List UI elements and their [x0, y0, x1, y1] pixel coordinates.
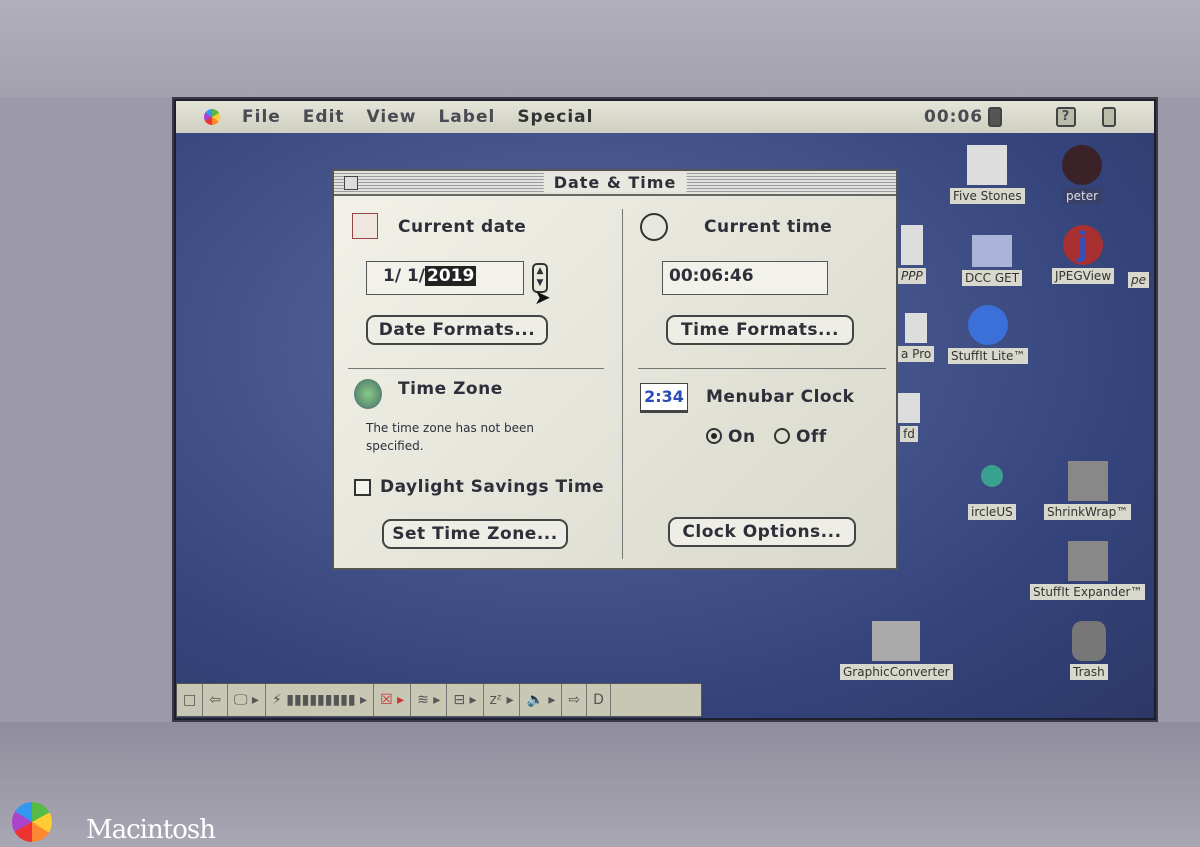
desktop-icon-peter[interactable]: peter: [1062, 145, 1102, 204]
clock-options-button[interactable]: Clock Options...: [668, 517, 856, 547]
control-strip: □ ⇦ 🖵 ▸ ⚡ ▮▮▮▮▮▮▮▮▮ ▸ ☒ ▸ ≋ ▸ ⊟ ▸ zᶻ ▸ 🔈…: [176, 683, 702, 717]
apple-logo-icon: [12, 802, 52, 842]
ppp-icon: [900, 225, 923, 265]
daylight-savings-checkbox[interactable]: [354, 479, 371, 496]
daylight-savings-label[interactable]: Daylight Savings Time: [380, 477, 604, 497]
strip-collapse-button[interactable]: □: [177, 684, 204, 716]
desktop-icon-a-pro[interactable]: a Pro: [898, 313, 935, 362]
close-box[interactable]: [344, 176, 358, 190]
menubar: File Edit View Label Special 00:06 ?: [176, 101, 1154, 133]
desktop-icon-dcc-get[interactable]: DCC GET: [962, 235, 1023, 286]
on-label: On: [728, 427, 756, 447]
file-sharing-icon[interactable]: ☒ ▸: [374, 684, 412, 716]
app-icon: [898, 393, 920, 423]
off-label: Off: [796, 427, 827, 447]
menubar-clock-label: Menubar Clock: [706, 387, 855, 407]
desktop-icon-stuffit-expander[interactable]: StuffIt Expander™: [1030, 541, 1146, 600]
menubar-clock[interactable]: 00:06: [924, 107, 983, 127]
date-formats-button[interactable]: Date Formats...: [366, 315, 548, 345]
help-question-icon[interactable]: ?: [1056, 107, 1076, 127]
graphicconverter-icon: [872, 621, 921, 661]
menubar-clock-icon: 2:34: [640, 383, 688, 413]
laptop-bezel-top: [0, 0, 1200, 97]
strip-scroll-left-button[interactable]: ⇦: [203, 684, 228, 716]
hard-disk-icon[interactable]: ⊟ ▸: [447, 684, 484, 716]
time-zone-label: Time Zone: [398, 379, 503, 399]
clock-icon: [640, 213, 668, 241]
clock-off-radio[interactable]: Off: [774, 427, 827, 447]
battery-icon: [988, 107, 1002, 127]
shrinkwrap-icon: [1067, 461, 1108, 501]
battery-strip-icon[interactable]: ⚡ ▮▮▮▮▮▮▮▮▮ ▸: [266, 684, 375, 716]
desktop-icon-stuffit-lite[interactable]: StuffIt Lite™: [948, 305, 1029, 364]
trash[interactable]: Trash: [1070, 621, 1108, 680]
monitor-icon[interactable]: 🖵 ▸: [228, 684, 266, 716]
screen: File Edit View Label Special 00:06 ? Fiv…: [172, 97, 1158, 722]
sound-volume-icon[interactable]: 🔈 ▸: [520, 684, 563, 716]
divider-right: [638, 368, 886, 369]
apple-menu-icon[interactable]: [204, 109, 220, 125]
radio-off-icon: [774, 428, 790, 444]
macintosh-brand: Macintosh: [86, 815, 216, 845]
menu-label[interactable]: Label: [438, 107, 495, 127]
stuffit-expander-icon: [1067, 541, 1108, 581]
time-field[interactable]: 00:06:46: [662, 261, 828, 295]
appletalk-icon[interactable]: ≋ ▸: [411, 684, 448, 716]
divider-left: [348, 368, 604, 369]
jpegview-icon: j: [1063, 225, 1104, 265]
time-zone-note: The time zone has not been specified.: [366, 421, 534, 453]
date-year-selected: 2019: [425, 266, 477, 286]
window-title: Date & Time: [543, 173, 687, 192]
desktop-icon-graphicconverter[interactable]: GraphicConverter: [840, 621, 953, 680]
desktop-icon-ircleus[interactable]: ircleUS: [968, 465, 1016, 520]
globe-icon: [980, 465, 1003, 487]
menu-special[interactable]: Special: [517, 107, 593, 127]
menu-view[interactable]: View: [367, 107, 417, 127]
time-zone-globe-icon: [354, 379, 382, 409]
desktop-icon-ppp[interactable]: PPP: [898, 225, 926, 284]
trash-icon: [1071, 621, 1106, 661]
divider-vertical: [622, 209, 623, 559]
stuffit-lite-icon: [968, 305, 1009, 345]
desktop-icon-fd[interactable]: fd: [898, 393, 920, 442]
mouse-cursor-icon: ➤: [534, 285, 551, 309]
calendar-icon: [352, 213, 378, 239]
folder-icon: [972, 235, 1013, 267]
clock-on-radio[interactable]: On: [706, 427, 756, 447]
date-time-window: Date & Time Current date 1/ 1/2019 ▲ ▼ Da…: [332, 169, 898, 570]
menu-edit[interactable]: Edit: [303, 107, 345, 127]
date-field[interactable]: 1/ 1/2019: [366, 261, 524, 295]
strip-scroll-right-button[interactable]: ⇨: [562, 684, 588, 716]
date-month-day: 1/ 1/: [383, 266, 425, 286]
app-icon: [905, 313, 928, 343]
desktop-icon-jpegview[interactable]: j JPEGView: [1052, 225, 1115, 284]
desktop-icon-pe[interactable]: pe: [1128, 269, 1149, 288]
window-titlebar[interactable]: Date & Time: [334, 171, 896, 196]
desktop: File Edit View Label Special 00:06 ? Fiv…: [176, 101, 1154, 718]
application-menu-icon[interactable]: [1102, 107, 1116, 127]
desktop-icon-five-stones[interactable]: Five Stones: [950, 145, 1025, 204]
radio-on-icon: [706, 428, 722, 444]
current-date-label: Current date: [398, 217, 527, 237]
user-icon: [1062, 145, 1102, 185]
current-time-label: Current time: [704, 217, 833, 237]
strip-tab-handle[interactable]: D: [587, 684, 611, 716]
five-stones-icon: [967, 145, 1008, 185]
time-formats-button[interactable]: Time Formats...: [666, 315, 854, 345]
menu-file[interactable]: File: [242, 107, 281, 127]
sleep-icon[interactable]: zᶻ ▸: [484, 684, 521, 716]
desktop-icon-shrinkwrap[interactable]: ShrinkWrap™: [1044, 461, 1132, 520]
set-time-zone-button[interactable]: Set Time Zone...: [382, 519, 568, 549]
